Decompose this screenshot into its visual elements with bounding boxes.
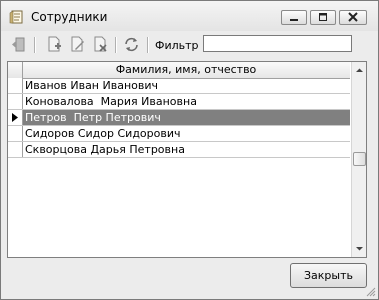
employees-window: Сотрудники Фильтр Фамилия, имя, отчество… — [0, 0, 379, 300]
close-button[interactable]: Закрыть — [290, 263, 367, 288]
row-indicator — [8, 142, 23, 157]
scroll-up-icon[interactable] — [354, 65, 365, 76]
toolbar-separator — [115, 37, 117, 53]
table-row[interactable]: Коновалова Мария Ивановна — [8, 94, 350, 110]
minimize-button[interactable] — [281, 10, 307, 25]
delete-record-icon[interactable] — [92, 36, 109, 53]
exit-icon[interactable] — [10, 36, 27, 53]
maximize-button[interactable] — [310, 10, 336, 25]
toolbar-separator — [34, 37, 36, 53]
scrollbar-thumb[interactable] — [353, 152, 366, 166]
minimize-icon — [290, 19, 298, 21]
row-indicator — [8, 94, 23, 109]
edit-record-icon[interactable] — [69, 36, 86, 53]
table-row[interactable]: Сидоров Сидор Сидорович — [8, 126, 350, 142]
row-indicator — [8, 78, 23, 93]
refresh-icon[interactable] — [123, 36, 140, 53]
scroll-down-icon[interactable] — [354, 243, 365, 254]
employees-grid[interactable]: Фамилия, имя, отчество Иванов Иван Ивано… — [7, 61, 367, 258]
current-row-arrow-icon — [12, 113, 18, 122]
cell-full-name: Скворцова Дарья Петровна — [25, 143, 185, 156]
cell-full-name: Петров Петр Петрович — [25, 111, 161, 124]
cell-full-name: Коновалова Мария Ивановна — [25, 95, 197, 108]
close-window-button[interactable] — [339, 10, 367, 25]
row-indicator — [8, 110, 23, 125]
window-title: Сотрудники — [31, 10, 108, 24]
filter-input[interactable] — [203, 35, 352, 52]
toolbar: Фильтр — [7, 33, 367, 57]
table-row[interactable]: Скворцова Дарья Петровна — [8, 142, 350, 158]
vertical-scrollbar[interactable] — [351, 62, 366, 257]
indicator-column-header — [8, 62, 23, 78]
notebook-icon — [9, 9, 25, 25]
add-record-icon[interactable] — [46, 36, 63, 53]
cell-full-name: Сидоров Сидор Сидорович — [25, 127, 181, 140]
title-bar[interactable]: Сотрудники — [1, 1, 378, 31]
column-header-full-name[interactable]: Фамилия, имя, отчество — [23, 63, 349, 76]
table-row-selected[interactable]: Петров Петр Петрович — [8, 110, 350, 126]
filter-label: Фильтр — [155, 39, 199, 52]
table-row[interactable]: Иванов Иван Иванович — [8, 78, 350, 94]
grid-header: Фамилия, имя, отчество — [8, 62, 350, 79]
resize-grip-icon[interactable] — [366, 287, 376, 297]
row-indicator — [8, 126, 23, 141]
cell-full-name: Иванов Иван Иванович — [25, 79, 158, 92]
close-icon — [348, 12, 358, 22]
toolbar-separator — [147, 37, 149, 53]
maximize-icon — [319, 13, 327, 21]
